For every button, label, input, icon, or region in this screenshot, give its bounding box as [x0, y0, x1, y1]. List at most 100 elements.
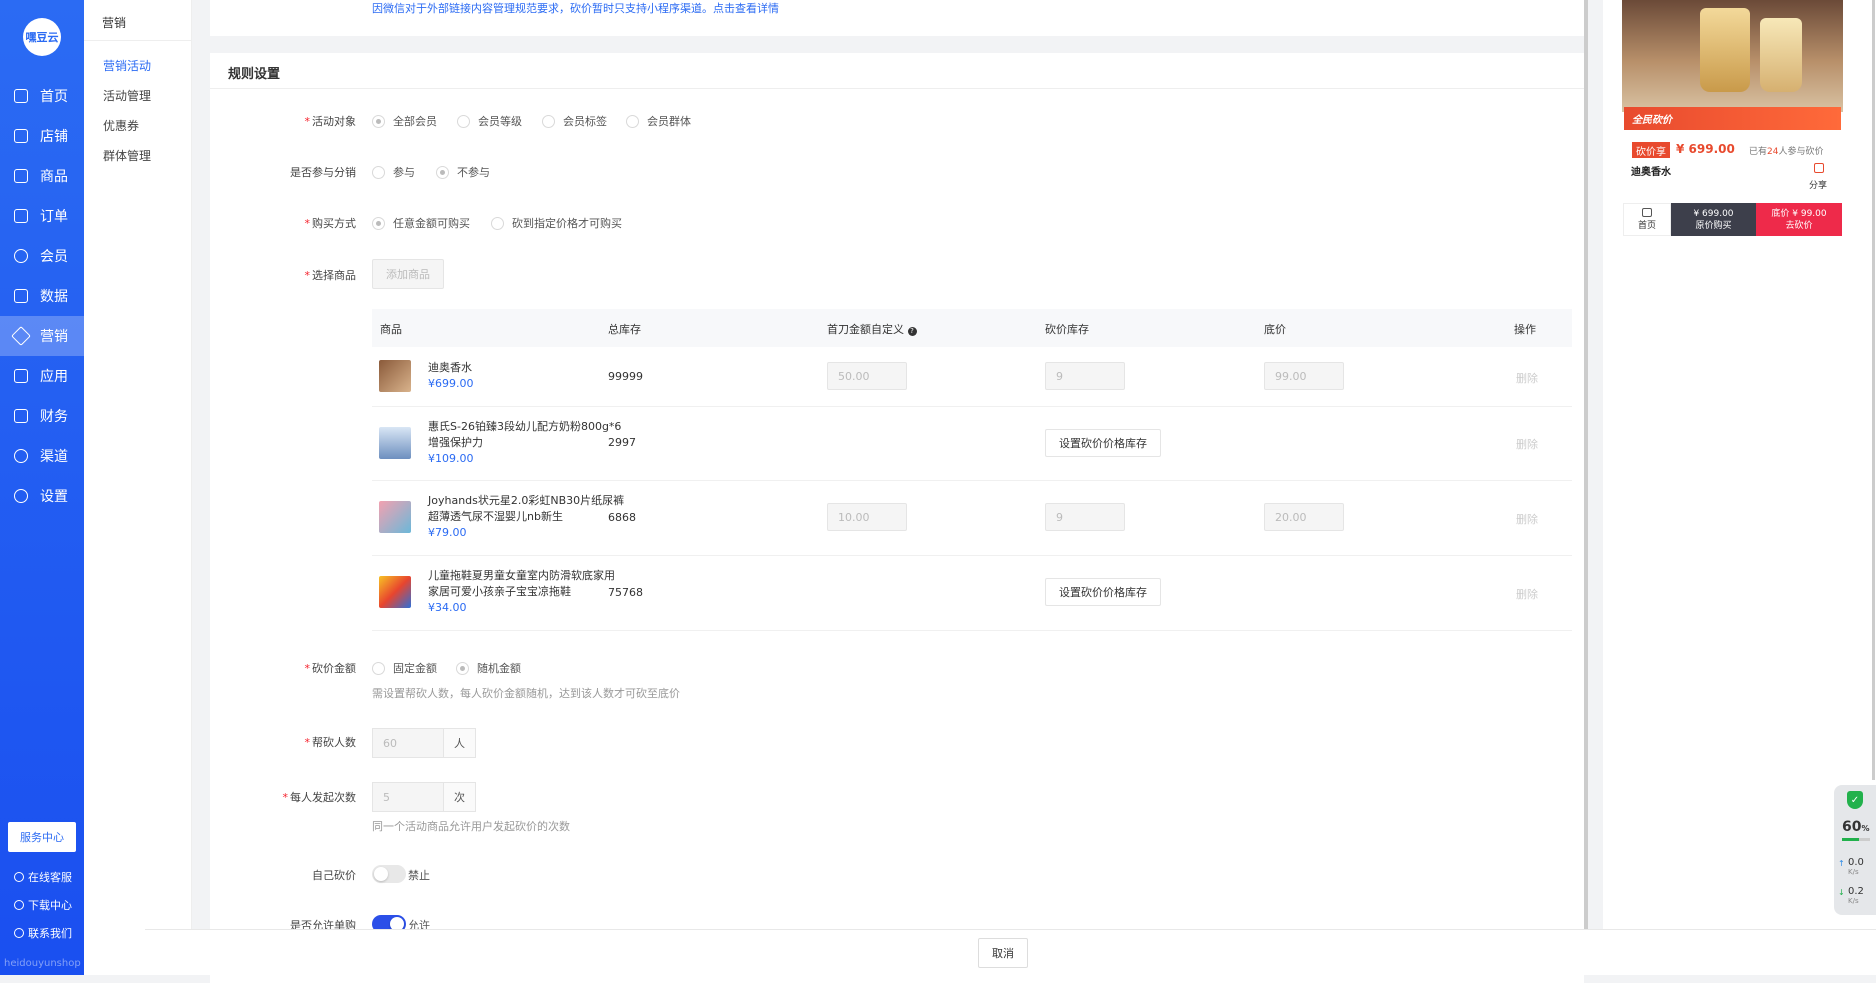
nav-item-goods[interactable]: 商品	[0, 156, 84, 196]
nav-item-finance[interactable]: 财务	[0, 396, 84, 436]
total-stock: 2997	[608, 436, 636, 449]
sub-sidebar: 营销 营销活动 活动管理 优惠券 群体管理	[84, 0, 192, 975]
system-monitor-widget[interactable]: ✓ 60% ↑ 0.0 K/s ↓ 0.2 K/s	[1834, 785, 1876, 915]
set-bargain-price-stock-button[interactable]: 设置砍价价格库存	[1045, 578, 1161, 606]
participants-count: 24	[1767, 147, 1779, 157]
go-bargain-button[interactable]: 底价 ¥ 99.00 去砍价	[1756, 203, 1842, 236]
radio-random-amount[interactable]: 随机金额	[456, 660, 521, 676]
main-content: 因微信对于外部链接内容管理规范要求，砍价暂时只支持小程序渠道。点击查看详情 规则…	[210, 0, 1584, 983]
radio-target-price[interactable]: 砍到指定价格才可购买	[491, 215, 622, 231]
radio-all-members[interactable]: 全部会员	[372, 113, 437, 129]
delete-link[interactable]: 删除	[1516, 370, 1538, 386]
submenu-item-campaigns[interactable]: 营销活动	[103, 57, 151, 74]
delete-link[interactable]: 删除	[1516, 586, 1538, 602]
radio-label: 会员等级	[478, 115, 522, 128]
nav-label: 商品	[40, 169, 68, 185]
submenu-item-activity-management[interactable]: 活动管理	[103, 87, 151, 104]
download-unit: K/s	[1848, 897, 1859, 905]
launch-times-input[interactable]: 5次	[372, 782, 476, 812]
nav-label: 店铺	[40, 129, 68, 145]
submenu-item-groups[interactable]: 群体管理	[103, 147, 151, 164]
wechat-notice-link[interactable]: 因微信对于外部链接内容管理规范要求，砍价暂时只支持小程序渠道。点击查看详情	[372, 0, 779, 16]
nav-label: 订单	[40, 209, 68, 225]
help-icon[interactable]: ?	[907, 327, 917, 336]
main-scrollbar[interactable]	[1584, 0, 1588, 930]
radio-label: 砍到指定价格才可购买	[512, 217, 622, 230]
radio-not-participate[interactable]: 不参与	[436, 164, 490, 180]
radio-circle	[542, 114, 555, 128]
nav-item-shop[interactable]: 店铺	[0, 116, 84, 156]
online-service-link[interactable]: 在线客服	[14, 869, 72, 885]
phone-icon	[14, 928, 24, 938]
radio-fixed-amount[interactable]: 固定金额	[372, 660, 437, 676]
radio-any-amount[interactable]: 任意金额可购买	[372, 215, 470, 231]
bargain-amount-hint: 需设置帮砍人数，每人砍价金额随机，达到该人数才可砍至底价	[372, 687, 680, 700]
submenu-item-coupons[interactable]: 优惠券	[103, 117, 139, 134]
brand-logo[interactable]: 嘿豆云	[23, 18, 61, 56]
first-cut-input[interactable]: 10.00	[827, 503, 907, 531]
radio-member-level[interactable]: 会员等级	[457, 113, 522, 129]
select-goods-label: * 选择商品	[304, 269, 357, 282]
label-text: 砍价金额	[312, 662, 356, 675]
radio-participate[interactable]: 参与	[372, 164, 415, 180]
nav-item-settings[interactable]: 设置	[0, 476, 84, 516]
helpers-unit: 人	[444, 728, 476, 758]
bargain-tag: 砍价享	[1632, 142, 1670, 158]
radio-circle	[372, 165, 385, 179]
preview-scrollbar[interactable]	[1872, 0, 1875, 780]
radio-label: 参与	[393, 166, 415, 179]
service-center-button[interactable]: 服务中心	[8, 822, 76, 852]
notice-card: 因微信对于外部链接内容管理规范要求，砍价暂时只支持小程序渠道。点击查看详情	[210, 0, 1584, 36]
download-center-link[interactable]: 下载中心	[14, 897, 72, 913]
floor-price-input[interactable]: 20.00	[1264, 503, 1344, 531]
launch-times-value[interactable]: 5	[372, 782, 444, 812]
shop-icon	[14, 129, 28, 143]
participants-text: 已有24人参与砍价	[1749, 144, 1823, 157]
radio-circle	[491, 216, 504, 230]
cpu-percent: 60%	[1842, 819, 1870, 835]
gear-icon	[14, 489, 28, 503]
first-cut-input[interactable]: 50.00	[827, 362, 907, 390]
helpers-input[interactable]: 60 人	[372, 728, 476, 758]
set-bargain-price-stock-button[interactable]: 设置砍价价格库存	[1045, 429, 1161, 457]
download-center-label: 下载中心	[28, 899, 72, 912]
nav-item-data[interactable]: 数据	[0, 276, 84, 316]
preview-home-button[interactable]: 首页	[1623, 203, 1671, 236]
total-stock: 6868	[608, 511, 636, 524]
radio-label: 全部会员	[393, 115, 437, 128]
nav-item-channels[interactable]: 渠道	[0, 436, 84, 476]
download-arrow-icon: ↓	[1838, 888, 1845, 897]
nav-item-home[interactable]: 首页	[0, 76, 84, 116]
app-icon	[14, 369, 28, 383]
nav-item-apps[interactable]: 应用	[0, 356, 84, 396]
column-header: 底价	[1264, 323, 1286, 336]
add-goods-button[interactable]: 添加商品	[372, 259, 444, 289]
helpers-label: * 帮砍人数	[304, 736, 357, 749]
buy-method-label: * 购买方式	[304, 217, 357, 230]
product-thumbnail	[379, 501, 411, 533]
bargain-stock-input[interactable]: 9	[1045, 362, 1125, 390]
bargain-amount-label: * 砍价金额	[304, 662, 357, 675]
nav-item-members[interactable]: 会员	[0, 236, 84, 276]
cancel-button[interactable]: 取消	[978, 938, 1028, 968]
nav-item-orders[interactable]: 订单	[0, 196, 84, 236]
contact-us-link[interactable]: 联系我们	[14, 925, 72, 941]
nav-item-marketing[interactable]: 营销	[0, 316, 84, 356]
column-header-text: 首刀金额自定义	[827, 323, 904, 336]
home-label: 首页	[1637, 221, 1656, 231]
floor-price-input[interactable]: 99.00	[1264, 362, 1344, 390]
share-icon[interactable]	[1814, 163, 1824, 173]
radio-member-group[interactable]: 会员群体	[626, 113, 691, 129]
self-bargain-toggle[interactable]	[372, 865, 406, 883]
share-label[interactable]: 分享	[1809, 178, 1827, 191]
product-info: 儿童拖鞋夏男童女童室内防滑软底家用 家居可爱小孩亲子宝宝凉拖鞋 ¥34.00	[428, 568, 628, 616]
target-label: * 活动对象	[304, 115, 357, 128]
bargain-stock-input[interactable]: 9	[1045, 503, 1125, 531]
upload-speed: 0.0 K/s	[1848, 857, 1864, 876]
buy-original-button[interactable]: ¥ 699.00 原价购买	[1671, 203, 1756, 236]
helpers-value[interactable]: 60	[372, 728, 444, 758]
user-icon	[14, 249, 28, 263]
delete-link[interactable]: 删除	[1516, 436, 1538, 452]
radio-member-tag[interactable]: 会员标签	[542, 113, 607, 129]
delete-link[interactable]: 删除	[1516, 511, 1538, 527]
